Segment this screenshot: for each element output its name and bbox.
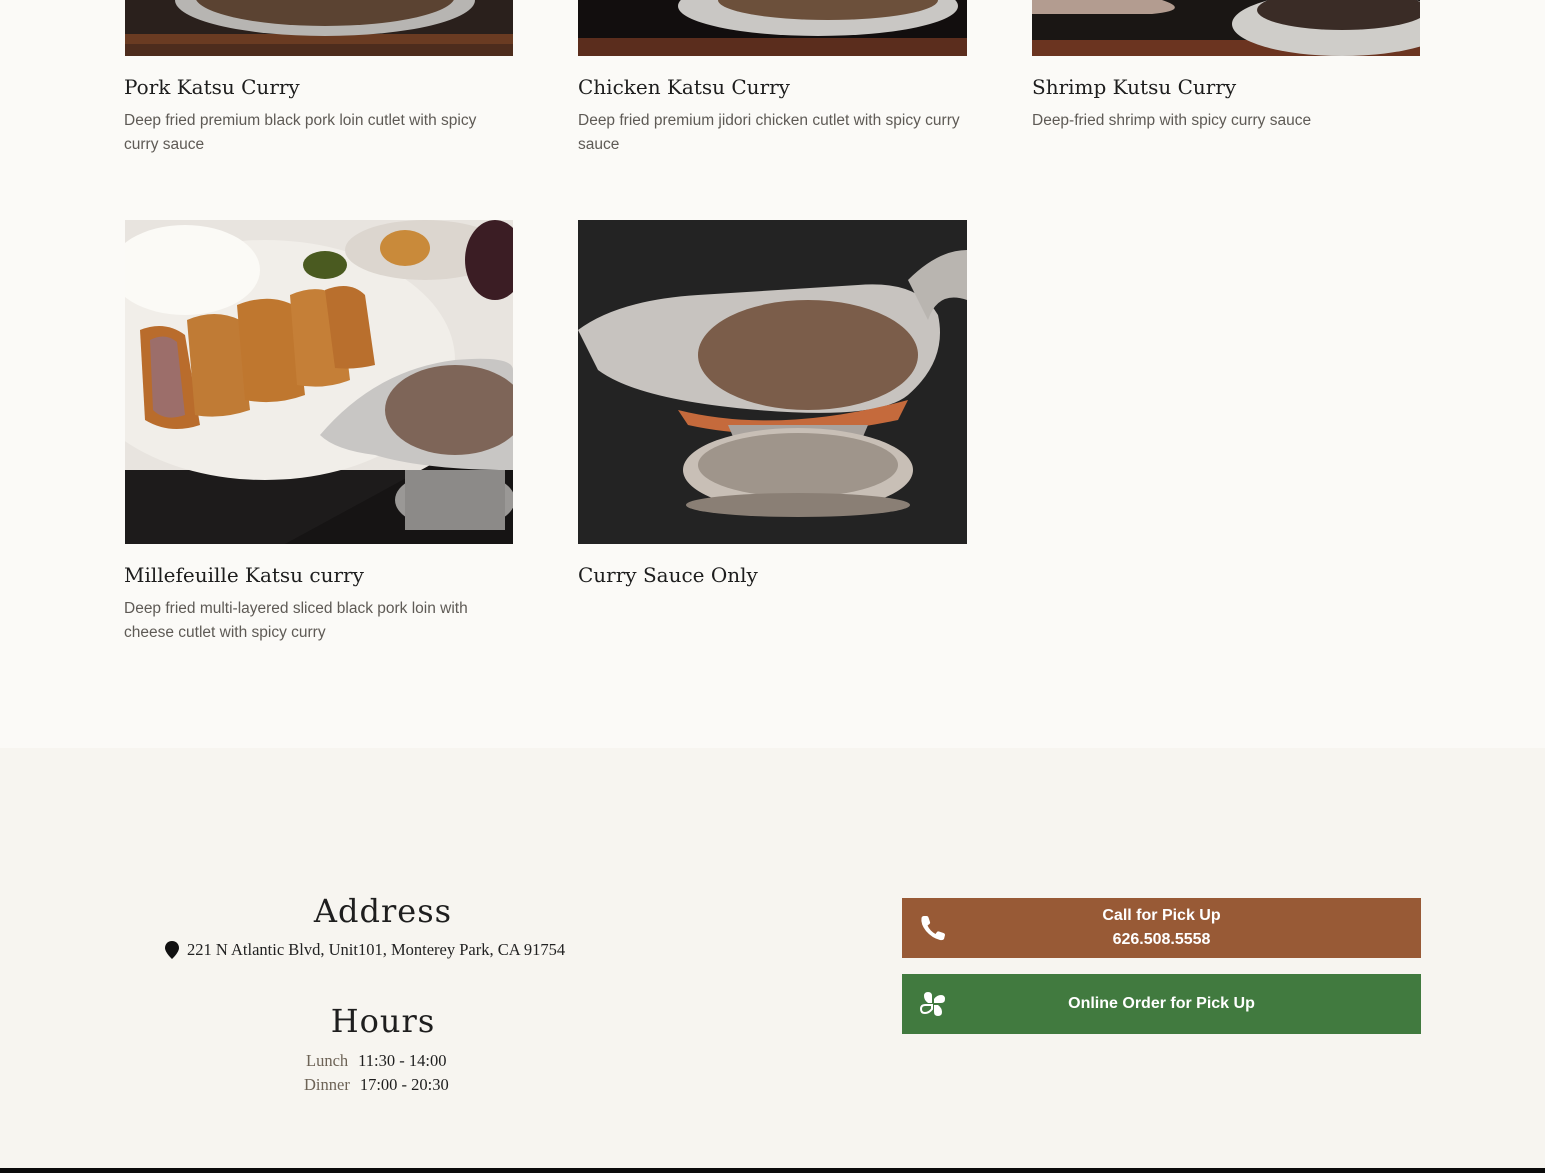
menu-item-description: Deep fried premium black pork loin cutle… bbox=[124, 112, 477, 153]
phone-number: 626.508.5558 bbox=[1112, 931, 1211, 948]
menu-item-title: Millefeuille Katsu curry bbox=[124, 563, 364, 587]
address[interactable]: 221 N Atlantic Blvd, Unit101, Monterey P… bbox=[165, 938, 565, 962]
menu-item-photo[interactable] bbox=[578, 220, 967, 544]
hours-time: 11:30 - 14:00 bbox=[358, 1051, 447, 1070]
online-order-button[interactable]: Online Order for Pick Up bbox=[902, 974, 1421, 1034]
hours-row-dinner: Dinner 17:00 - 20:30 bbox=[304, 1073, 449, 1097]
call-label: Call for Pick Up bbox=[1102, 907, 1221, 924]
menu-item-photo[interactable] bbox=[125, 0, 513, 56]
menu-item-title: Chicken Katsu Curry bbox=[578, 75, 790, 99]
menu-item-title: Pork Katsu Curry bbox=[124, 75, 300, 99]
map-pin-icon bbox=[165, 941, 179, 959]
hours-label: Dinner bbox=[304, 1075, 350, 1094]
footer-bar bbox=[0, 1168, 1545, 1173]
call-for-pickup-button[interactable]: Call for Pick Up 626.508.5558 bbox=[902, 898, 1421, 958]
menu-item-title: Shrimp Kutsu Curry bbox=[1032, 75, 1237, 99]
menu-item-description: Deep fried multi-layered sliced black po… bbox=[124, 600, 468, 641]
menu-item-title: Curry Sauce Only bbox=[578, 563, 758, 587]
menu-item-photo[interactable] bbox=[578, 0, 967, 56]
online-order-label: Online Order for Pick Up bbox=[1068, 995, 1255, 1012]
address-text: 221 N Atlantic Blvd, Unit101, Monterey P… bbox=[187, 940, 566, 959]
menu-item-photo[interactable] bbox=[125, 220, 513, 544]
menu-item-description: Deep-fried shrimp with spicy curry sauce bbox=[1032, 112, 1312, 129]
hours-time: 17:00 - 20:30 bbox=[359, 1075, 449, 1094]
menu-item-description: Deep fried premium jidori chicken cutlet… bbox=[578, 112, 960, 153]
hours-heading: Hours bbox=[330, 1002, 436, 1040]
hours-row-lunch: Lunch 11:30 - 14:00 bbox=[306, 1049, 446, 1073]
address-heading: Address bbox=[313, 892, 453, 930]
menu-item-photo[interactable] bbox=[1032, 0, 1420, 56]
hours-label: Lunch bbox=[306, 1051, 349, 1070]
